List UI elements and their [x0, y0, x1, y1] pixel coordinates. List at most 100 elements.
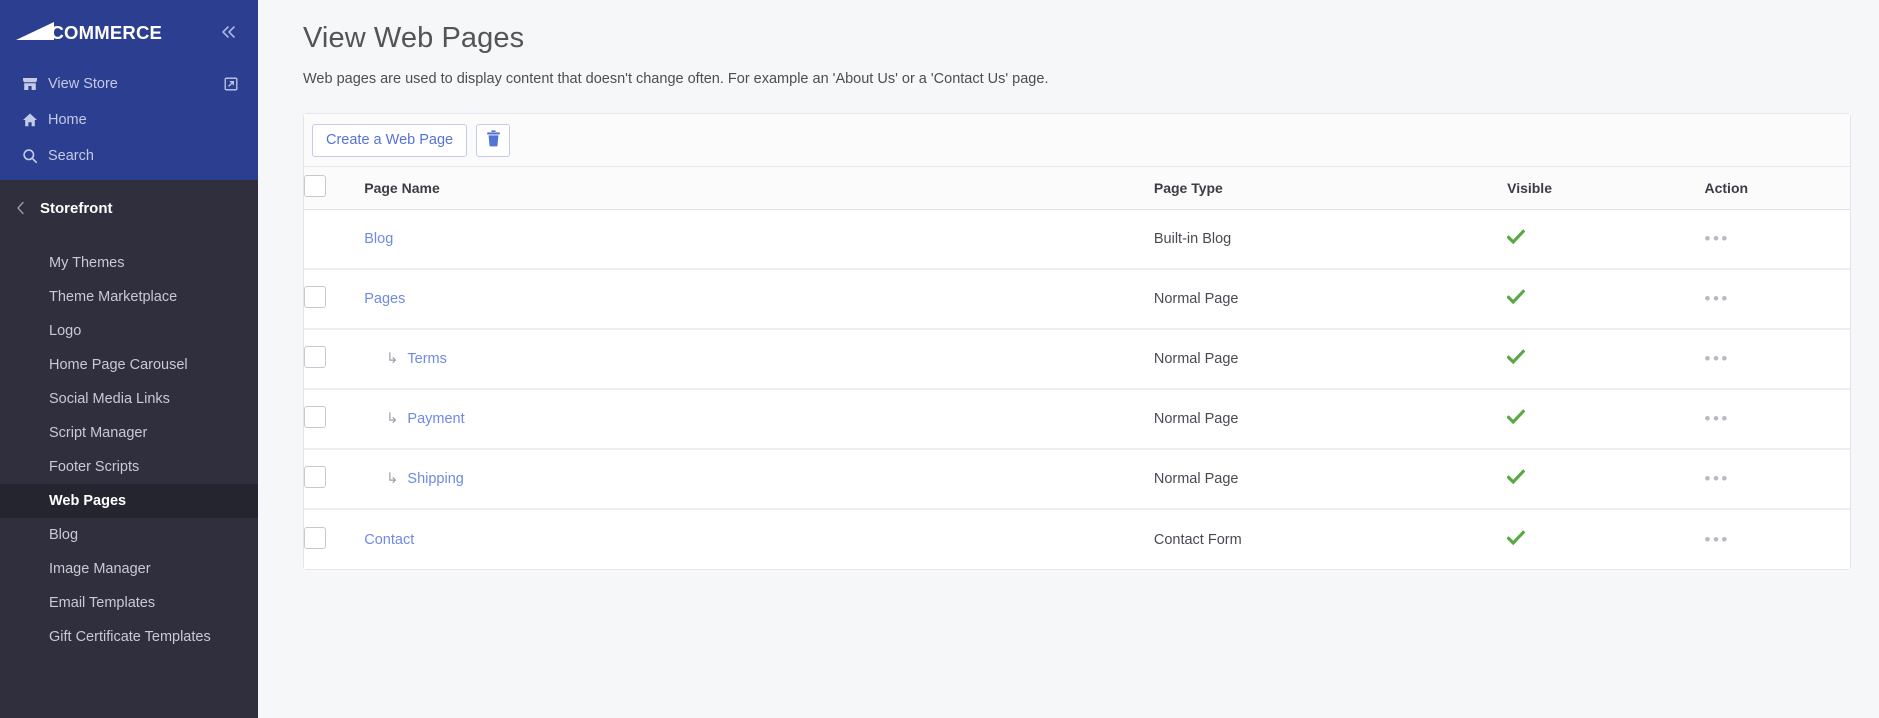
page-name-link[interactable]: Contact — [364, 532, 414, 548]
sidebar-item-script-manager[interactable]: Script Manager — [0, 416, 258, 450]
sidebar-item-theme-marketplace[interactable]: Theme Marketplace — [0, 280, 258, 314]
row-page-name-cell: Contact — [364, 509, 1154, 569]
page-name-link[interactable]: Shipping — [407, 471, 463, 487]
row-checkbox-cell — [304, 209, 365, 270]
bigcommerce-logo[interactable]: BIGCOMMERCE — [14, 21, 162, 45]
collapse-sidebar-button[interactable] — [221, 25, 238, 42]
sidebar-item-search[interactable]: Search — [0, 138, 258, 174]
sidebar-item-label: Footer Scripts — [49, 459, 140, 475]
ellipsis-icon[interactable]: ••• — [1705, 469, 1730, 488]
sidebar-item-home-page-carousel[interactable]: Home Page Carousel — [0, 348, 258, 382]
table-body: Blog Built-in Blog ••• Pages Normal Page… — [304, 209, 1850, 569]
table-row: ↳ Payment Normal Page ••• — [304, 389, 1850, 450]
row-page-name-cell: ↳ Payment — [364, 389, 1154, 450]
row-checkbox[interactable] — [304, 466, 326, 488]
sidebar-item-gift-certificate-templates[interactable]: Gift Certificate Templates — [0, 620, 258, 654]
ellipsis-icon[interactable]: ••• — [1705, 229, 1730, 248]
web-pages-card: Create a Web Page Page Name Page Type Vi… — [303, 113, 1851, 570]
ellipsis-icon[interactable]: ••• — [1705, 530, 1730, 549]
sidebar-item-view-store[interactable]: View Store — [0, 66, 258, 102]
check-icon — [1507, 469, 1526, 485]
table-row: Blog Built-in Blog ••• — [304, 209, 1850, 270]
sidebar: BIGCOMMERCE View Store — [0, 0, 258, 718]
table-row: Contact Contact Form ••• — [304, 509, 1850, 569]
sidebar-item-image-manager[interactable]: Image Manager — [0, 552, 258, 586]
row-visible-cell — [1507, 509, 1705, 569]
main-content: View Web Pages Web pages are used to dis… — [258, 0, 1879, 718]
row-checkbox-cell — [304, 509, 365, 569]
row-visible-cell — [1507, 449, 1705, 510]
table-head: Page Name Page Type Visible Action — [304, 167, 1850, 210]
home-icon — [22, 112, 48, 128]
sidebar-item-label: Search — [48, 148, 94, 164]
delete-selected-button[interactable] — [476, 123, 511, 157]
trash-icon — [486, 130, 501, 150]
sidebar-item-email-templates[interactable]: Email Templates — [0, 586, 258, 620]
table-row: ↳ Terms Normal Page ••• — [304, 329, 1850, 390]
table-row: Pages Normal Page ••• — [304, 269, 1850, 330]
page-name-link[interactable]: Pages — [364, 291, 405, 307]
external-link-icon[interactable] — [224, 77, 238, 91]
sidebar-item-footer-scripts[interactable]: Footer Scripts — [0, 450, 258, 484]
row-checkbox[interactable] — [304, 286, 326, 308]
check-icon — [1507, 349, 1526, 365]
row-page-type-cell: Contact Form — [1153, 509, 1508, 569]
child-page-wrapper: ↳ Shipping — [364, 471, 464, 487]
row-checkbox[interactable] — [304, 526, 326, 549]
sidebar-item-label: Web Pages — [49, 493, 127, 509]
sidebar-section-label: Storefront — [40, 199, 113, 217]
sidebar-item-logo[interactable]: Logo — [0, 314, 258, 348]
sidebar-item-label: Social Media Links — [49, 391, 170, 407]
row-page-name-cell: ↳ Shipping — [364, 449, 1154, 510]
subpage-arrow-icon: ↳ — [386, 351, 399, 367]
sidebar-item-label: View Store — [48, 76, 118, 92]
select-all-checkbox[interactable] — [304, 175, 326, 198]
sidebar-item-label: Theme Marketplace — [49, 289, 178, 305]
page-name-link[interactable]: Blog — [364, 231, 393, 247]
table-header-row: Page Name Page Type Visible Action — [304, 167, 1850, 210]
ellipsis-icon[interactable]: ••• — [1705, 409, 1730, 428]
row-checkbox[interactable] — [304, 406, 326, 428]
ellipsis-icon[interactable]: ••• — [1705, 289, 1730, 308]
check-icon — [1507, 409, 1526, 425]
row-action-cell: ••• — [1704, 329, 1850, 390]
sidebar-item-label: Home Page Carousel — [49, 357, 188, 373]
row-checkbox-cell — [304, 329, 365, 390]
brand-word-commerce: COMMERCE — [50, 22, 163, 43]
row-visible-cell — [1507, 329, 1705, 390]
row-action-cell: ••• — [1704, 269, 1850, 330]
row-checkbox-cell — [304, 389, 365, 450]
sidebar-nav-list: My Themes Theme Marketplace Logo Home Pa… — [0, 236, 258, 654]
row-page-type-cell: Built-in Blog — [1153, 209, 1508, 270]
row-checkbox-cell — [304, 449, 365, 510]
row-page-type-cell: Normal Page — [1153, 269, 1508, 330]
sidebar-item-label: Image Manager — [49, 561, 151, 577]
sidebar-item-web-pages[interactable]: Web Pages — [0, 484, 258, 518]
sidebar-item-blog[interactable]: Blog — [0, 518, 258, 552]
sidebar-item-label: Logo — [49, 323, 82, 339]
web-pages-table: Page Name Page Type Visible Action Blog … — [304, 167, 1850, 569]
sidebar-item-home[interactable]: Home — [0, 102, 258, 138]
sidebar-item-social-media-links[interactable]: Social Media Links — [0, 382, 258, 416]
page-name-link[interactable]: Terms — [407, 351, 446, 367]
child-page-wrapper: ↳ Terms — [364, 351, 447, 367]
table-row: ↳ Shipping Normal Page ••• — [304, 449, 1850, 510]
row-checkbox[interactable] — [304, 346, 326, 368]
check-icon — [1507, 529, 1526, 546]
row-action-cell: ••• — [1704, 389, 1850, 450]
table-toolbar: Create a Web Page — [304, 114, 1850, 167]
page-type-header: Page Type — [1153, 167, 1508, 210]
subpage-arrow-icon: ↳ — [386, 411, 399, 427]
store-icon — [22, 76, 48, 92]
chevron-left-icon[interactable] — [14, 201, 40, 215]
sidebar-section-storefront[interactable]: Storefront — [0, 180, 258, 236]
page-name-header: Page Name — [364, 167, 1154, 210]
child-page-wrapper: ↳ Payment — [364, 411, 464, 427]
sidebar-item-label: Script Manager — [49, 425, 148, 441]
row-action-cell: ••• — [1704, 509, 1850, 569]
row-page-type-cell: Normal Page — [1153, 329, 1508, 390]
page-name-link[interactable]: Payment — [407, 411, 464, 427]
sidebar-item-my-themes[interactable]: My Themes — [0, 246, 258, 280]
create-a-web-page-button[interactable]: Create a Web Page — [312, 123, 468, 157]
ellipsis-icon[interactable]: ••• — [1705, 349, 1730, 368]
